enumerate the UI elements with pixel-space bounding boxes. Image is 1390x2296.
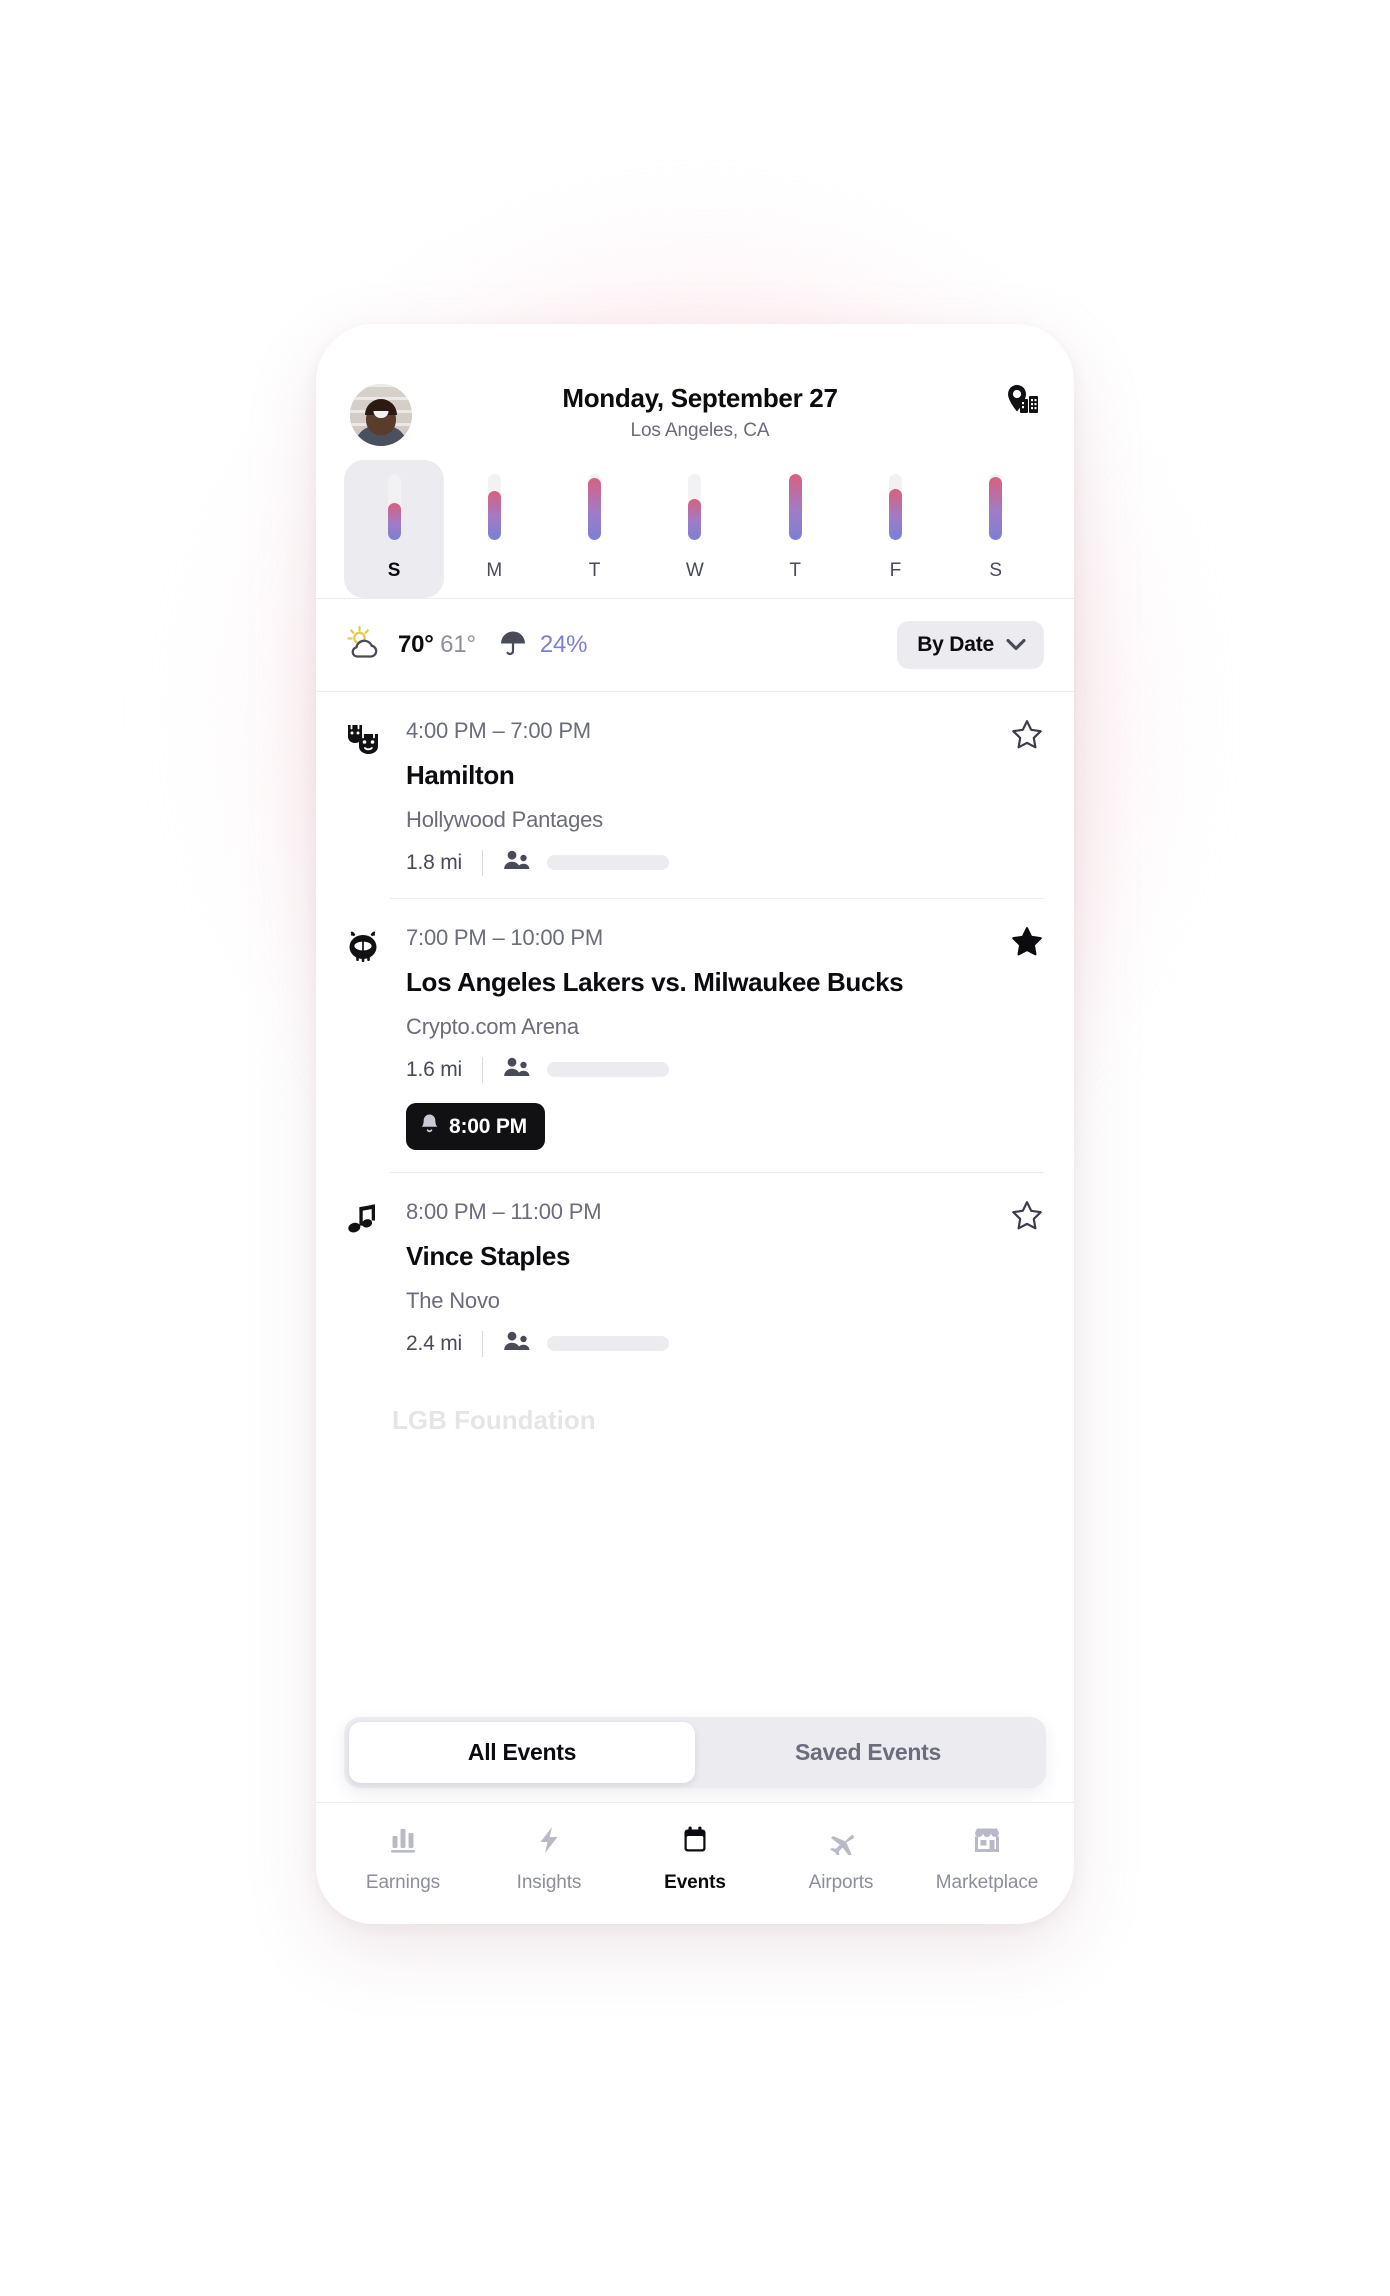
star-outline-icon[interactable] [1010, 718, 1044, 757]
event-title: Vince Staples [406, 1241, 571, 1271]
nav-item-marketplace[interactable]: Marketplace [914, 1825, 1060, 1894]
attendance-bar [547, 1062, 669, 1077]
day-label: W [685, 560, 705, 581]
star-filled-icon[interactable] [1010, 925, 1044, 964]
meta-separator [482, 1330, 483, 1357]
event-meta: 1.6 mi [406, 1056, 1044, 1083]
day-label: T [588, 560, 601, 581]
day-label: T [789, 560, 802, 581]
event-time: 4:00 PM – 7:00 PM [406, 718, 591, 743]
day-item-0[interactable]: S [344, 460, 445, 598]
nav-item-earnings[interactable]: Earnings [330, 1825, 476, 1894]
day-selector[interactable]: S M T W T F S [316, 446, 1074, 598]
meta-separator [482, 849, 483, 876]
day-label: M [486, 560, 503, 581]
people-icon [503, 1056, 531, 1083]
day-demand-thermometer [889, 474, 903, 540]
day-item-3[interactable]: W [645, 460, 745, 598]
event-meta: 1.8 mi [406, 849, 1044, 876]
airplane-icon [825, 1825, 857, 1860]
reminder-chip[interactable]: 8:00 PM [406, 1103, 545, 1150]
event-meta: 2.4 mi [406, 1330, 1044, 1357]
day-item-2[interactable]: T [545, 460, 645, 598]
day-demand-thermometer [588, 474, 602, 540]
nav-label: Airports [808, 1872, 874, 1893]
day-label: F [889, 560, 902, 581]
weather-bar: 70° 61° 24% By Date [316, 599, 1074, 691]
tab-all-events[interactable]: All Events [349, 1722, 695, 1783]
bell-icon [420, 1113, 439, 1140]
sun-behind-cloud-icon [344, 625, 384, 666]
day-label: S [989, 560, 1003, 581]
people-icon [503, 849, 531, 876]
bottom-navigation[interactable]: Earnings Insights Events Airports Market… [316, 1802, 1074, 1924]
day-demand-thermometer [788, 474, 802, 540]
nav-label: Earnings [365, 1872, 441, 1893]
lightning-icon [533, 1825, 565, 1860]
event-time: 8:00 PM – 11:00 PM [406, 1199, 602, 1224]
event-distance: 2.4 mi [406, 1331, 462, 1355]
event-venue: Hollywood Pantages [406, 807, 603, 832]
nav-item-insights[interactable]: Insights [476, 1825, 622, 1894]
event-card[interactable]: 4:00 PM – 7:00 PM Hamilton Hollywood Pan… [316, 692, 1074, 899]
theater-masks-icon [346, 718, 390, 899]
location-label: Los Angeles, CA [630, 420, 770, 442]
event-time: 7:00 PM – 10:00 PM [406, 925, 603, 950]
day-demand-thermometer [688, 474, 702, 540]
tab-saved-events[interactable]: Saved Events [695, 1722, 1041, 1783]
nav-item-airports[interactable]: Airports [768, 1825, 914, 1894]
event-title: LGB Foundation [392, 1405, 596, 1435]
location-building-icon[interactable] [988, 380, 1040, 432]
event-distance: 1.8 mi [406, 850, 462, 874]
reminder-time: 8:00 PM [449, 1114, 527, 1138]
event-title: Los Angeles Lakers vs. Milwaukee Bucks [406, 967, 904, 997]
attendance-bar [547, 855, 669, 870]
umbrella-icon [498, 628, 528, 663]
day-item-5[interactable]: F [845, 460, 945, 598]
phone-mockup: Monday, September 27 Los Angeles, CA S M… [316, 324, 1074, 1924]
sort-dropdown[interactable]: By Date [897, 621, 1044, 669]
temperature: 70° 61° [398, 631, 476, 658]
avatar[interactable] [350, 384, 412, 446]
event-distance: 1.6 mi [406, 1057, 462, 1081]
day-demand-thermometer [487, 474, 501, 540]
day-demand-thermometer [387, 474, 401, 540]
event-venue: Crypto.com Arena [406, 1014, 579, 1039]
event-details: 8:00 PM – 11:00 PM Vince Staples The Nov… [390, 1199, 1044, 1379]
day-item-1[interactable]: M [444, 460, 544, 598]
event-card-partial[interactable]: LGB Foundation [316, 1379, 1074, 1436]
sort-label: By Date [917, 633, 994, 656]
day-label: S [387, 560, 401, 581]
day-item-6[interactable]: S [946, 460, 1046, 598]
calendar-icon [679, 1825, 711, 1860]
app-header: Monday, September 27 Los Angeles, CA [316, 324, 1074, 446]
star-outline-icon[interactable] [1010, 1199, 1044, 1238]
page-title: Monday, September 27 [562, 383, 838, 413]
day-demand-thermometer [989, 474, 1003, 540]
nav-item-events[interactable]: Events [622, 1825, 768, 1894]
people-icon [503, 1330, 531, 1357]
nav-label: Events [664, 1872, 726, 1893]
nav-label: Marketplace [935, 1872, 1039, 1893]
day-item-4[interactable]: T [745, 460, 845, 598]
event-list[interactable]: 4:00 PM – 7:00 PM Hamilton Hollywood Pan… [316, 692, 1074, 1802]
bar-chart-icon [387, 1825, 419, 1860]
meta-separator [482, 1056, 483, 1083]
music-note-icon [346, 1199, 390, 1379]
chevron-down-icon [1006, 633, 1026, 657]
events-filter-toggle[interactable]: All Events Saved Events [344, 1717, 1046, 1788]
event-venue: The Novo [406, 1288, 500, 1313]
screenshot-canvas: Monday, September 27 Los Angeles, CA S M… [0, 0, 1390, 2296]
storefront-icon [971, 1825, 1003, 1860]
event-details: 4:00 PM – 7:00 PM Hamilton Hollywood Pan… [390, 718, 1044, 899]
attendance-bar [547, 1336, 669, 1351]
event-card[interactable]: 8:00 PM – 11:00 PM Vince Staples The Nov… [316, 1173, 1074, 1379]
rain-chance: 24% [539, 631, 588, 658]
event-title: Hamilton [406, 760, 515, 790]
basketball-sports-icon [346, 925, 390, 1173]
nav-label: Insights [516, 1872, 582, 1893]
event-card[interactable]: 7:00 PM – 10:00 PM Los Angeles Lakers vs… [316, 899, 1074, 1173]
header-titles: Monday, September 27 Los Angeles, CA [412, 380, 988, 442]
event-details: 7:00 PM – 10:00 PM Los Angeles Lakers vs… [390, 925, 1044, 1173]
